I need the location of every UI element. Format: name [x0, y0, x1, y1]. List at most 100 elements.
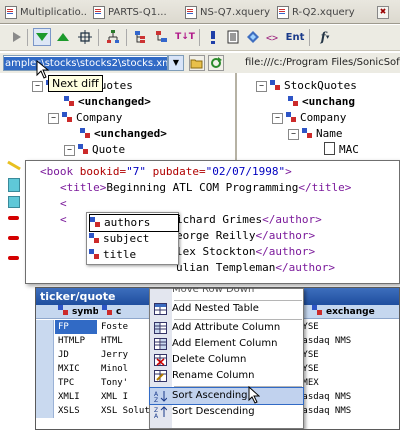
entity-button[interactable]: Ent: [284, 28, 306, 46]
text-diff-button[interactable]: T↓T: [174, 28, 196, 46]
tags-button[interactable]: <>: [264, 28, 282, 46]
element-icon: [90, 217, 100, 227]
row-selector[interactable]: [36, 376, 54, 390]
grid-cell-exchange[interactable]: NYSE: [294, 348, 399, 362]
row-selector[interactable]: [36, 348, 54, 362]
grid-cell-symbol[interactable]: FP: [55, 320, 97, 334]
tags-icon: <>: [266, 33, 278, 44]
grid-context-menu: Move Row Down Add Nested Table Add Attri…: [149, 288, 304, 429]
menu-item-sort-ascending[interactable]: AZ Sort Ascending: [149, 387, 304, 405]
right-tree-row[interactable]: − StockQuotes: [256, 78, 357, 94]
menu-item-add-attribute-column[interactable]: Add Attribute Column: [150, 320, 303, 336]
row-selector[interactable]: [36, 404, 54, 418]
right-tree-row[interactable]: − Company: [272, 110, 346, 126]
grid-view-panel: ticker/quote symbol c exchange FP Foste …: [35, 287, 400, 430]
next-diff-button[interactable]: [33, 28, 51, 46]
grid-cell-company[interactable]: Foste: [98, 320, 153, 334]
previous-diff-button[interactable]: [54, 28, 72, 46]
diff-toolbar: T↓T <> Ent f ▾: [0, 25, 400, 51]
play-button[interactable]: [8, 28, 26, 46]
left-tree-row[interactable]: − Company: [48, 110, 122, 126]
grid-cell-symbol[interactable]: XSLS: [55, 404, 97, 418]
close-tab-button[interactable]: ✖: [374, 3, 396, 22]
grid-cell-exchange[interactable]: AMEX: [294, 376, 399, 390]
tree-node-label: StockQuotes: [284, 79, 357, 92]
left-tree-row[interactable]: <unchanged>: [64, 94, 151, 110]
menu-item-rename-column[interactable]: Rename Column: [150, 368, 303, 384]
right-tree-row[interactable]: − Name: [288, 126, 343, 142]
grid-cell-company[interactable]: Tony': [98, 376, 153, 390]
menu-item-delete-column[interactable]: Delete Column: [150, 352, 303, 368]
left-path-text: amples\stocks\stocks2\stocks.xml: [4, 57, 167, 70]
collapse-icon: −: [64, 145, 75, 156]
completion-item-authors[interactable]: authors: [89, 214, 179, 232]
xml-code-editor[interactable]: <book bookid="7" pubdate="02/07/1998"> <…: [25, 160, 400, 284]
right-tree-row[interactable]: <unchang: [288, 94, 355, 110]
grid-cell-company[interactable]: HTML: [98, 334, 153, 348]
grid-cell-company[interactable]: XML I: [98, 390, 153, 404]
column-header-company[interactable]: c: [102, 305, 147, 319]
grid-cell-symbol[interactable]: TPC: [55, 376, 97, 390]
menu-item-add-element-column[interactable]: Add Element Column: [150, 336, 303, 352]
element-icon: [89, 233, 99, 243]
grid-cell-symbol[interactable]: JD: [55, 348, 97, 362]
row-selector[interactable]: [36, 390, 54, 404]
sync-button[interactable]: [76, 28, 94, 46]
menu-item-move-row-down[interactable]: Move Row Down: [150, 288, 303, 298]
grid-cell-company[interactable]: Jerry: [98, 348, 153, 362]
tree-node-label: <unchang: [302, 95, 355, 108]
schema-button[interactable]: [244, 28, 262, 46]
refresh-button[interactable]: [208, 55, 224, 71]
menu-item-add-nested-table[interactable]: Add Nested Table: [150, 301, 303, 317]
next-diff-tooltip: Next diff: [48, 75, 103, 92]
autocomplete-list[interactable]: authors subject title: [86, 212, 179, 265]
row-selector[interactable]: [36, 334, 54, 348]
menu-item-sort-descending[interactable]: ZA Sort Descending: [150, 404, 303, 420]
open-folder-button[interactable]: [189, 55, 205, 71]
column-header-symbol[interactable]: symbol: [58, 305, 98, 319]
grid-cell-company[interactable]: Minol: [98, 362, 153, 376]
grid-cell-symbol[interactable]: XMLI: [55, 390, 97, 404]
tree-node-label: Quote: [92, 143, 126, 156]
code-line: lex Stockton</author>: [176, 245, 316, 258]
column-header-exchange[interactable]: exchange: [312, 305, 399, 319]
left-document-path-field[interactable]: amples\stocks\stocks2\stocks.xml: [3, 55, 168, 71]
grid-cell-symbol[interactable]: MXIC: [55, 362, 97, 376]
grid-cell-exchange[interactable]: NYSE: [294, 320, 399, 334]
row-selector[interactable]: [36, 362, 54, 376]
grid-cell-exchange[interactable]: Nasdaq NMS: [294, 404, 399, 418]
function-button[interactable]: f ▾: [314, 28, 336, 46]
right-document-path-field[interactable]: file:///c:/Program Files/SonicSoftware/S…: [242, 55, 400, 71]
flag-button[interactable]: [204, 28, 222, 46]
expand-all-button[interactable]: [132, 28, 150, 46]
completion-item-title[interactable]: title: [89, 247, 177, 263]
collapse-icon: −: [256, 81, 267, 92]
tree-node-label: <unchanged>: [78, 95, 151, 108]
left-tree-row[interactable]: − Quote: [64, 142, 125, 158]
code-line: ichard Grimes</author>: [176, 213, 322, 226]
collapse-all-button[interactable]: [153, 28, 171, 46]
tab-ns-q7[interactable]: NS-Q7.xquery: [182, 3, 270, 22]
mouse-pointer-icon: [248, 386, 260, 404]
element-column-icon: [154, 338, 167, 350]
grid-cell-exchange[interactable]: Nasdaq NMS: [294, 390, 399, 404]
left-tree-row[interactable]: <unchanged>: [80, 126, 167, 142]
tree-view-button[interactable]: [104, 28, 122, 46]
tab-parts-q1[interactable]: PARTS-Q1...: [90, 3, 178, 22]
collapse-icon: −: [272, 113, 283, 124]
collapse-icon: −: [288, 129, 299, 140]
svg-text:Z: Z: [154, 397, 158, 402]
grid-cell-symbol[interactable]: HTMLP: [55, 334, 97, 348]
path-dropdown-button[interactable]: ▼: [168, 55, 184, 71]
row-selector[interactable]: [36, 320, 54, 334]
grid-cell-exchange[interactable]: NYSE: [294, 362, 399, 376]
grid-cell-exchange[interactable]: Nasdaq NMS: [294, 334, 399, 348]
tab-r-q2[interactable]: R-Q2.xquery: [274, 3, 358, 22]
xml-file-icon: [93, 6, 105, 19]
rename-column-icon: [154, 370, 167, 382]
tab-multiplication[interactable]: Multiplicatio...: [2, 3, 86, 22]
right-tree-row[interactable]: MAC: [324, 142, 359, 158]
completion-item-subject[interactable]: subject: [89, 231, 177, 247]
document-button[interactable]: [224, 28, 242, 46]
chevron-down-icon: ▼: [172, 58, 180, 67]
